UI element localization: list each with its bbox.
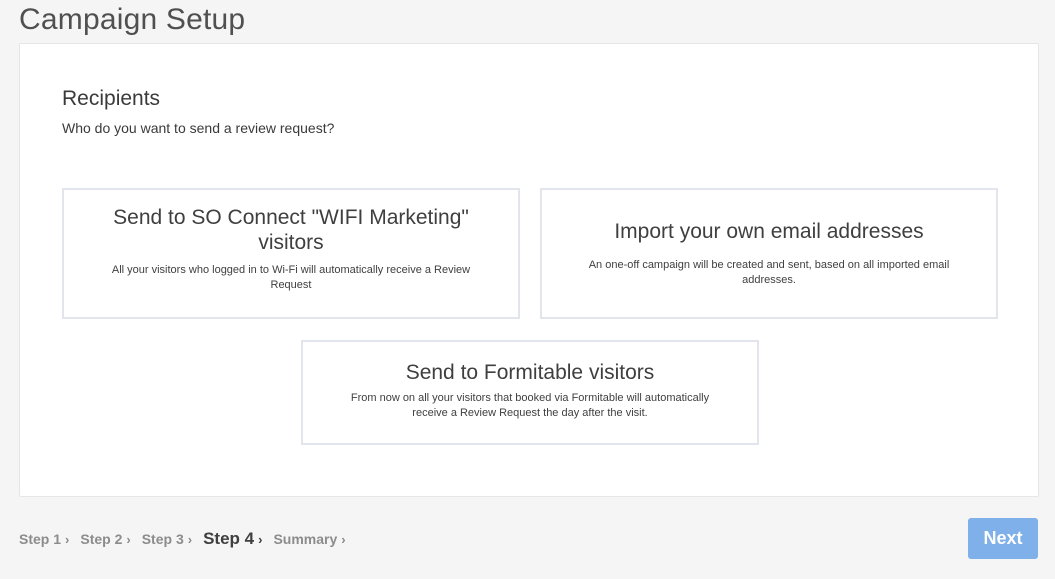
option-import-emails[interactable]: Import your own email addresses An one-o… [540,188,998,319]
option-title: Send to SO Connect "WIFI Marketing" visi… [113,205,469,254]
section-subtitle: Who do you want to send a review request… [62,120,335,136]
step-label: Step 1 [19,531,62,547]
page-title: Campaign Setup [19,3,246,36]
step-summary-link[interactable]: Summary › [273,531,345,547]
step-label: Summary [273,531,338,547]
step-3-link[interactable]: Step 3 › [142,531,192,547]
option-description: An one-off campaign will be created and … [588,259,950,286]
section-title: Recipients [62,87,161,110]
step-label: Step 4 [203,529,255,548]
step-2-link[interactable]: Step 2 › [80,531,130,547]
step-label: Step 2 [80,531,123,547]
option-description: All your visitors who logged in to Wi-Fi… [111,263,471,291]
chevron-right-icon: › [341,531,346,547]
option-formitable-visitors[interactable]: Send to Formitable visitors From now on … [301,340,759,445]
chevron-right-icon: › [258,531,263,547]
option-title: Import your own email addresses [614,220,924,243]
chevron-right-icon: › [126,531,131,547]
step-4-current: Step 4 › [203,529,262,549]
chevron-right-icon: › [187,531,193,547]
next-button[interactable]: Next [968,518,1038,559]
recipients-panel: Recipients Who do you want to send a rev… [19,43,1039,497]
option-wifi-marketing[interactable]: Send to SO Connect "WIFI Marketing" visi… [62,188,520,319]
chevron-right-icon: › [65,531,70,547]
option-title: Send to Formitable visitors [405,361,655,384]
step-label: Step 3 [141,531,184,547]
option-description: From now on all your visitors that booke… [350,392,710,419]
step-1-link[interactable]: Step 1 › [19,531,69,547]
step-breadcrumb: Step 1 › Step 2 › Step 3 › Step 4 › Summ… [19,529,357,549]
